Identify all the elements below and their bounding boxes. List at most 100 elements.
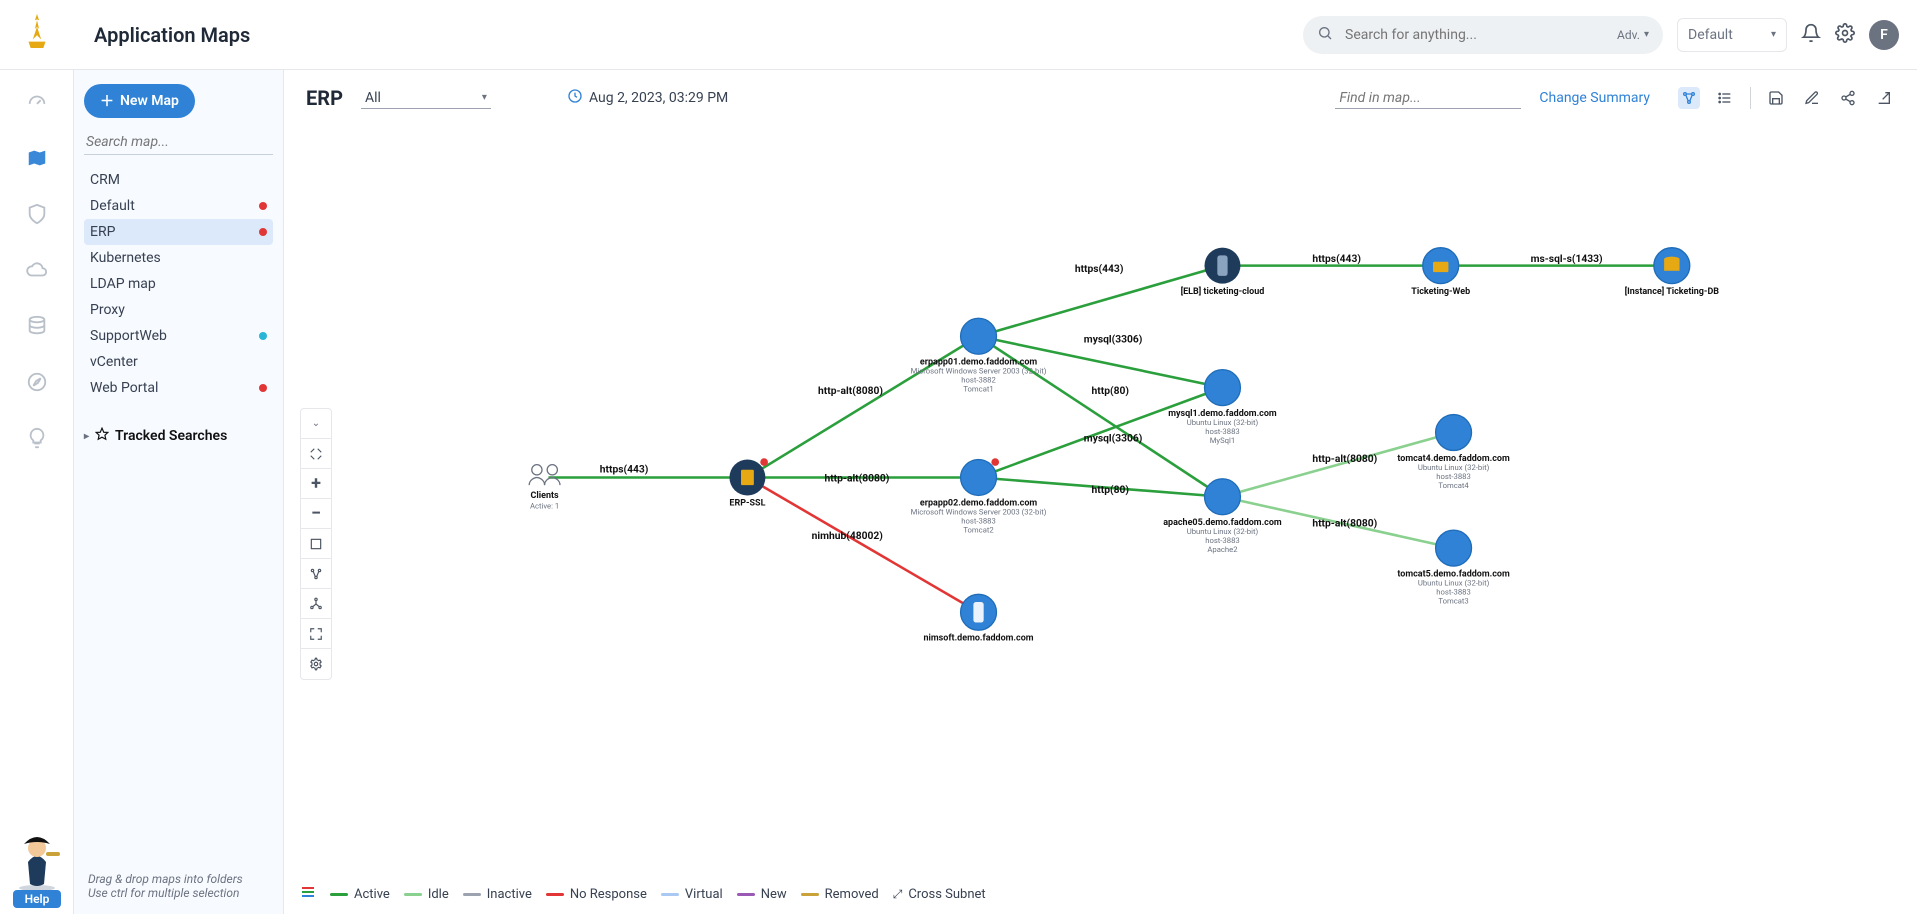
nav-dashboard[interactable] xyxy=(23,88,51,116)
view-graph-button[interactable] xyxy=(1678,87,1700,109)
global-search-input[interactable] xyxy=(1343,26,1607,44)
svg-text:[Instance] Ticketing-DB: [Instance] Ticketing-DB xyxy=(1625,287,1720,297)
find-in-map-input[interactable] xyxy=(1335,88,1521,109)
svg-text:http-alt(8080): http-alt(8080) xyxy=(1312,516,1377,529)
status-dot xyxy=(259,228,267,236)
status-dot xyxy=(259,384,267,392)
map-item-default[interactable]: Default xyxy=(84,193,273,219)
legend: Active Idle Inactive No Response Virtual New R… xyxy=(300,884,1901,904)
node-apache05[interactable]: apache05.demo.faddom.com Ubuntu Linux (3… xyxy=(1163,479,1282,554)
zoom-out-button[interactable]: − xyxy=(301,499,331,529)
cross-subnet-icon: ⤢ xyxy=(893,887,903,902)
map-item-erp[interactable]: ERP xyxy=(84,219,273,245)
map-item-kubernetes[interactable]: Kubernetes xyxy=(84,245,273,271)
node-tomcat5[interactable]: tomcat5.demo.faddom.com Ubuntu Linux (32… xyxy=(1397,530,1510,605)
node-nimsoft[interactable]: nimsoft.demo.faddom.com xyxy=(924,594,1034,643)
map-item-crm[interactable]: CRM xyxy=(84,167,273,193)
bell-icon[interactable] xyxy=(1801,23,1821,47)
node-ticketing-db[interactable]: [Instance] Ticketing-DB xyxy=(1625,248,1720,297)
map-item-label: Proxy xyxy=(90,302,125,318)
nav-shield[interactable] xyxy=(23,200,51,228)
legend-item: Virtual xyxy=(661,887,723,902)
svg-text:host-3883: host-3883 xyxy=(1205,536,1240,545)
nav-cloud[interactable] xyxy=(23,256,51,284)
svg-text:host-3883: host-3883 xyxy=(961,517,996,526)
legend-color xyxy=(330,893,348,896)
tree-button[interactable] xyxy=(301,589,331,619)
legend-color xyxy=(661,893,679,896)
svg-text:[ELB] ticketing-cloud: [ELB] ticketing-cloud xyxy=(1181,287,1265,297)
legend-label: No Response xyxy=(570,887,647,902)
legend-color xyxy=(404,893,422,896)
legend-item: Removed xyxy=(801,887,879,902)
nav-maps[interactable] xyxy=(23,144,51,172)
svg-text:mysql(3306): mysql(3306) xyxy=(1084,333,1143,346)
svg-text:Tomcat3: Tomcat3 xyxy=(1438,596,1468,605)
svg-text:nimsoft.demo.faddom.com: nimsoft.demo.faddom.com xyxy=(924,634,1034,644)
clock-icon xyxy=(567,88,583,108)
node-tomcat4[interactable]: tomcat4.demo.faddom.com Ubuntu Linux (32… xyxy=(1397,415,1510,490)
map-filter-select[interactable]: All▾ xyxy=(361,88,491,109)
svg-text:ms-sql-s(1433): ms-sql-s(1433) xyxy=(1531,252,1603,265)
gear-icon[interactable] xyxy=(1835,23,1855,47)
save-button[interactable] xyxy=(1765,87,1787,109)
status-dot xyxy=(259,202,267,210)
settings-button[interactable] xyxy=(301,649,331,679)
view-list-button[interactable] xyxy=(1714,87,1736,109)
node-erpapp02[interactable]: erpapp02.demo.faddom.com Microsoft Windo… xyxy=(911,458,1047,534)
legend-label: Inactive xyxy=(487,887,532,902)
svg-text:Ticketing-Web: Ticketing-Web xyxy=(1411,287,1470,297)
map-item-supportweb[interactable]: SupportWeb xyxy=(84,323,273,349)
layout-button[interactable] xyxy=(301,559,331,589)
nav-bulb[interactable] xyxy=(23,424,51,452)
svg-text:https(443): https(443) xyxy=(600,462,649,475)
legend-label: Active xyxy=(354,887,390,902)
environment-select[interactable]: Default▾ xyxy=(1677,18,1787,52)
graph-canvas[interactable]: https(443) http-alt(8080) http-alt(8080)… xyxy=(284,118,1917,914)
new-map-button[interactable]: ＋ New Map xyxy=(84,84,195,118)
svg-text:Tomcat2: Tomcat2 xyxy=(963,526,994,535)
collapse-button[interactable]: ⌄ xyxy=(301,409,331,439)
help-button[interactable]: Help xyxy=(13,890,62,908)
legend-item: New xyxy=(737,887,787,902)
svg-text:Ubuntu Linux (32-bit): Ubuntu Linux (32-bit) xyxy=(1418,463,1490,472)
share-button[interactable] xyxy=(1837,87,1859,109)
svg-text:Microsoft Windows Server 2003: Microsoft Windows Server 2003 (32-bit) xyxy=(911,508,1047,517)
map-controls: ⌄ + − xyxy=(300,408,332,680)
svg-text:Ubuntu Linux (32-bit): Ubuntu Linux (32-bit) xyxy=(1418,578,1490,587)
svg-text:host-3882: host-3882 xyxy=(961,375,996,384)
map-item-label: SupportWeb xyxy=(90,328,167,344)
node-erpapp01[interactable]: erpapp01.demo.faddom.com Microsoft Windo… xyxy=(911,318,1047,393)
status-dot xyxy=(259,332,267,340)
advanced-search-button[interactable]: Adv.▾ xyxy=(1617,28,1649,42)
legend-item: Idle xyxy=(404,887,449,902)
svg-text:ERP-SSL: ERP-SSL xyxy=(729,499,765,509)
map-item-ldap-map[interactable]: LDAP map xyxy=(84,271,273,297)
change-summary-link[interactable]: Change Summary xyxy=(1539,90,1650,106)
map-item-proxy[interactable]: Proxy xyxy=(84,297,273,323)
avatar[interactable]: F xyxy=(1869,20,1899,50)
legend-menu-icon[interactable] xyxy=(300,884,316,904)
node-clients[interactable]: Clients Active: 1 xyxy=(529,465,560,511)
fit-button[interactable] xyxy=(301,439,331,469)
map-item-vcenter[interactable]: vCenter xyxy=(84,349,273,375)
global-search[interactable]: Adv.▾ xyxy=(1303,16,1663,54)
map-search-input[interactable] xyxy=(84,130,273,155)
svg-text:host-3883: host-3883 xyxy=(1436,472,1471,481)
tracked-searches-toggle[interactable]: ▸ Tracked Searches xyxy=(84,427,273,445)
node-erp-ssl[interactable]: ERP-SSL xyxy=(729,458,768,509)
crop-button[interactable] xyxy=(301,529,331,559)
svg-text:MySql1: MySql1 xyxy=(1210,436,1235,445)
edit-button[interactable] xyxy=(1801,87,1823,109)
map-item-label: Web Portal xyxy=(90,380,158,396)
node-elb[interactable]: [ELB] ticketing-cloud xyxy=(1181,248,1265,297)
map-item-web-portal[interactable]: Web Portal xyxy=(84,375,273,401)
fullscreen-button[interactable] xyxy=(301,619,331,649)
node-ticketing-web[interactable]: Ticketing-Web xyxy=(1411,248,1470,297)
nav-compass[interactable] xyxy=(23,368,51,396)
nav-db[interactable] xyxy=(23,312,51,340)
legend-label: New xyxy=(761,887,787,902)
zoom-in-button[interactable]: + xyxy=(301,469,331,499)
export-button[interactable] xyxy=(1873,87,1895,109)
svg-text:mysql(3306): mysql(3306) xyxy=(1084,432,1143,445)
